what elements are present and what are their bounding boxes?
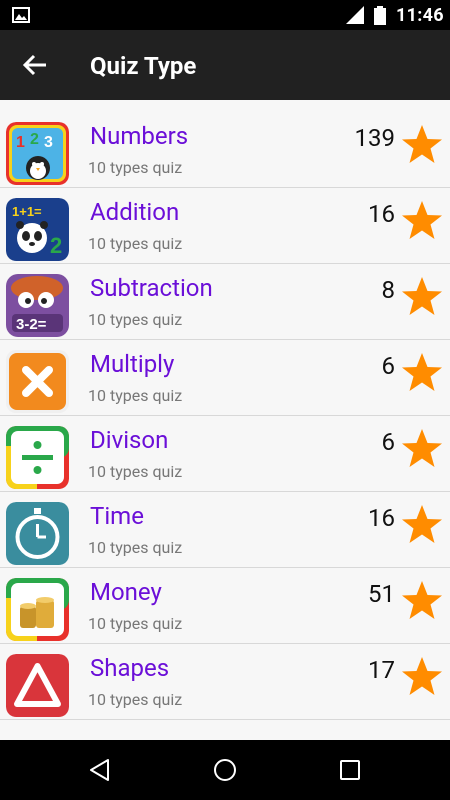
quiz-name: Shapes — [90, 654, 170, 682]
coins-icon — [6, 578, 69, 641]
quiz-star-count: 139 — [354, 124, 395, 152]
quiz-type-list: 1 2 3 Numbers 10 types quiz 139 1+1= 2 A… — [0, 100, 450, 740]
list-item-divison[interactable]: Divison 10 types quiz 6 — [0, 416, 450, 492]
subtraction-monster-icon: 3-2= — [6, 274, 69, 337]
division-icon — [6, 426, 69, 489]
app-toolbar: Quiz Type — [0, 30, 450, 100]
quiz-star-count: 8 — [381, 276, 396, 304]
quiz-name: Multiply — [90, 350, 175, 378]
quiz-name: Addition — [90, 198, 180, 226]
quiz-name: Divison — [90, 426, 169, 454]
quiz-subtitle: 10 types quiz — [88, 158, 183, 177]
star-icon — [402, 657, 442, 695]
stopwatch-icon — [6, 502, 69, 565]
quiz-subtitle: 10 types quiz — [88, 310, 183, 329]
star-icon — [402, 125, 442, 163]
home-circle-icon[interactable] — [213, 758, 237, 782]
system-nav-bar — [0, 740, 450, 800]
quiz-name: Money — [90, 578, 162, 606]
quiz-star-count: 17 — [368, 656, 395, 684]
svg-text:2: 2 — [30, 131, 39, 148]
quiz-star-count: 51 — [368, 580, 395, 608]
list-item-numbers[interactable]: 1 2 3 Numbers 10 types quiz 139 — [0, 112, 450, 188]
star-icon — [402, 277, 442, 315]
svg-text:1+1=: 1+1= — [12, 204, 42, 219]
quiz-name: Time — [90, 502, 144, 530]
gallery-icon — [12, 7, 30, 23]
svg-text:3-2=: 3-2= — [16, 316, 47, 333]
quiz-subtitle: 10 types quiz — [88, 690, 183, 709]
list-item-time[interactable]: Time 10 types quiz 16 — [0, 492, 450, 568]
back-triangle-icon[interactable] — [88, 758, 112, 782]
svg-text:3: 3 — [44, 134, 53, 151]
svg-text:2: 2 — [50, 233, 62, 258]
star-icon — [402, 353, 442, 391]
star-icon — [402, 505, 442, 543]
quiz-subtitle: 10 types quiz — [88, 386, 183, 405]
quiz-subtitle: 10 types quiz — [88, 462, 183, 481]
status-time: 11:46 — [396, 5, 444, 26]
status-bar: 11:46 — [0, 0, 450, 30]
quiz-subtitle: 10 types quiz — [88, 234, 183, 253]
star-icon — [402, 201, 442, 239]
quiz-star-count: 16 — [368, 200, 395, 228]
quiz-star-count: 6 — [381, 428, 396, 456]
multiply-icon — [6, 350, 69, 413]
numbers-123-penguin-icon: 1 2 3 — [6, 122, 69, 185]
quiz-star-count: 6 — [381, 352, 396, 380]
list-item-shapes[interactable]: Shapes 10 types quiz 17 — [0, 644, 450, 720]
addition-panda-icon: 1+1= 2 — [6, 198, 69, 261]
list-item-addition[interactable]: 1+1= 2 Addition 10 types quiz 16 — [0, 188, 450, 264]
page-title: Quiz Type — [90, 52, 197, 80]
signal-icon — [346, 6, 364, 24]
star-icon — [402, 429, 442, 467]
triangle-shape-icon — [6, 654, 69, 717]
recents-square-icon[interactable] — [338, 758, 362, 782]
quiz-subtitle: 10 types quiz — [88, 614, 183, 633]
list-item-subtraction[interactable]: 3-2= Subtraction 10 types quiz 8 — [0, 264, 450, 340]
quiz-name: Numbers — [90, 122, 189, 150]
list-item-multiply[interactable]: Multiply 10 types quiz 6 — [0, 340, 450, 416]
svg-text:1: 1 — [16, 134, 25, 151]
battery-icon — [374, 6, 386, 25]
quiz-name: Subtraction — [90, 274, 213, 302]
quiz-subtitle: 10 types quiz — [88, 538, 183, 557]
arrow-back-icon[interactable] — [22, 53, 48, 77]
star-icon — [402, 581, 442, 619]
quiz-star-count: 16 — [368, 504, 395, 532]
list-item-money[interactable]: Money 10 types quiz 51 — [0, 568, 450, 644]
